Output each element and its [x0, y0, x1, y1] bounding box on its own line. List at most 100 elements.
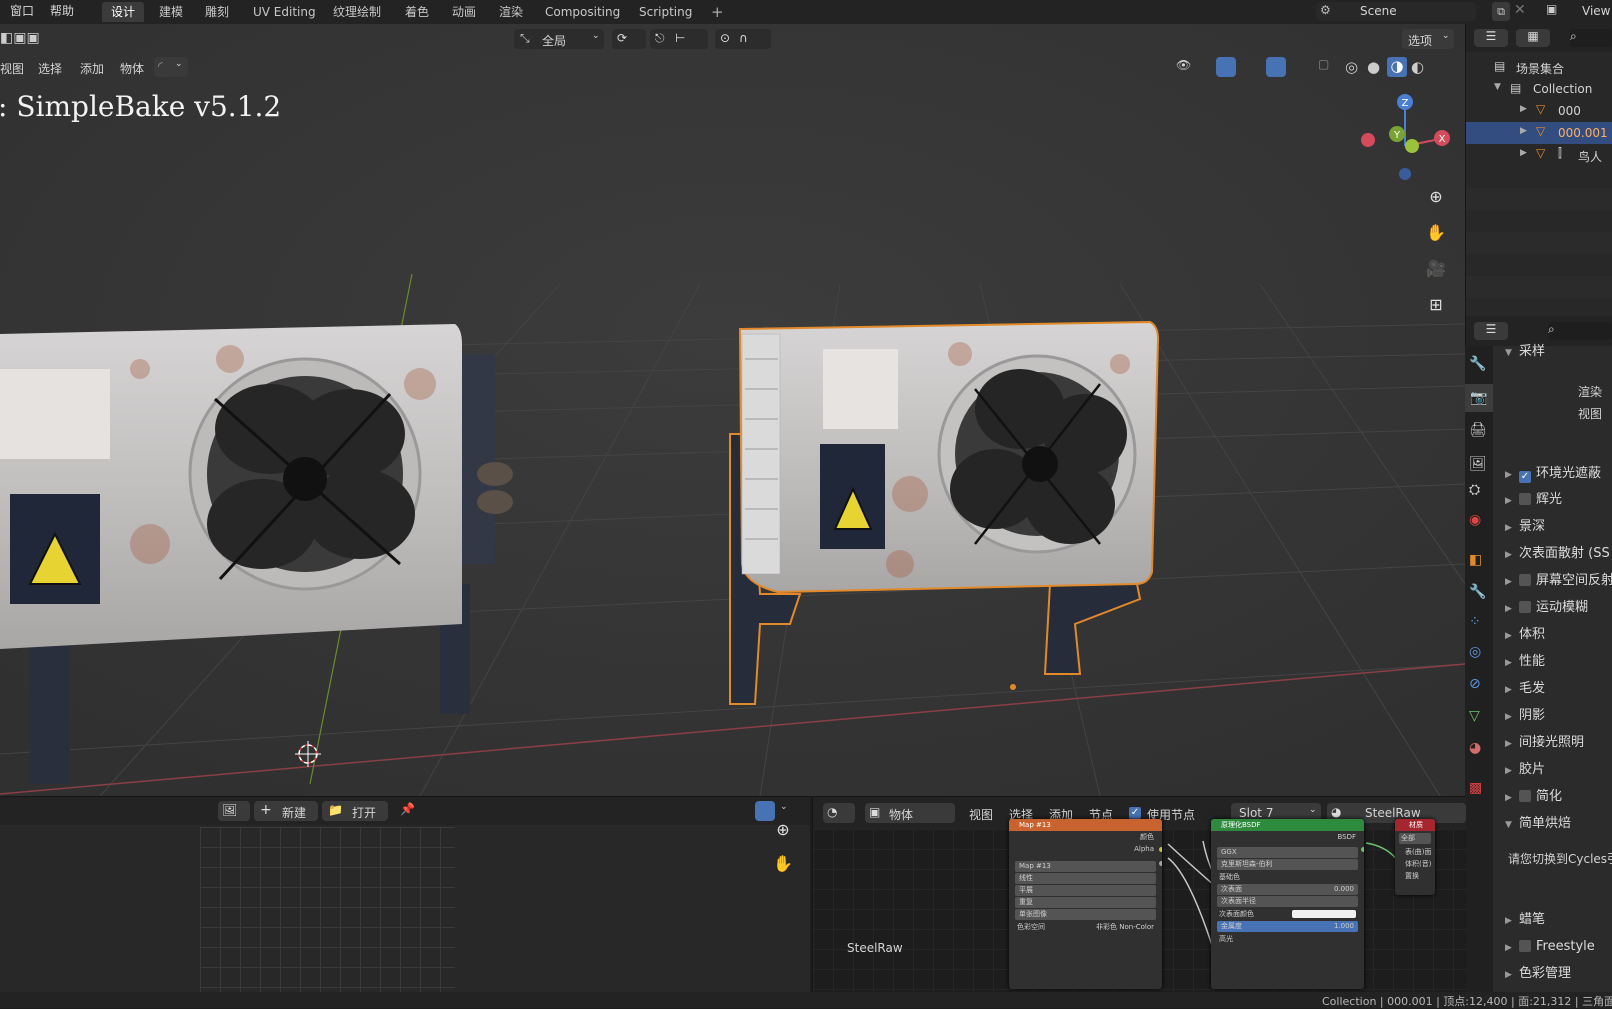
extension-dropdown[interactable]: 重复 — [1015, 897, 1156, 908]
close-icon[interactable]: ✕ — [1514, 2, 1526, 18]
object-tab-icon[interactable]: ◧ — [1469, 552, 1482, 568]
section-grease-pencil[interactable]: ▶ 蜡笔 — [1505, 908, 1545, 932]
socket-bsdf[interactable] — [1361, 847, 1364, 852]
image-editor[interactable]: 🖼 + 新建 📁 打开 📌 ⌄ ⊕ ✋ — [0, 796, 810, 993]
outliner-item[interactable]: ▶ ▽ ⫿ 鸟人 — [1466, 144, 1612, 166]
display-mode-icon[interactable]: ▦ — [1516, 29, 1550, 47]
tab-sculpting[interactable]: 雕刻 — [196, 2, 238, 22]
expand-triangle-icon[interactable]: ▶ — [1520, 148, 1527, 158]
tab-scripting[interactable]: Scripting — [630, 2, 701, 22]
menu-select[interactable]: 选择 — [38, 60, 62, 77]
section-sampling[interactable]: ▼ 采样 — [1505, 340, 1545, 364]
camera-icon[interactable]: 🎥 — [1423, 256, 1449, 282]
menu-help[interactable]: 帮助 — [50, 0, 74, 22]
particles-tab-icon[interactable]: ⁘ — [1469, 614, 1481, 630]
projection-dropdown[interactable]: 平展 — [1015, 885, 1156, 896]
options-dropdown[interactable]: 选项 ⌄ — [1402, 29, 1454, 49]
tab-modeling[interactable]: 建模 — [150, 2, 192, 22]
overlay-toggle-icon[interactable] — [755, 801, 775, 821]
view-layer-tab-icon[interactable]: 🖼 — [1469, 456, 1487, 472]
source-dropdown[interactable]: 单张图像 — [1015, 909, 1156, 920]
editor-type-icon[interactable]: ☰ — [1474, 29, 1508, 47]
menu-window[interactable]: 窗口 — [10, 0, 34, 22]
new-image-button[interactable]: + 新建 — [254, 801, 318, 821]
data-tab-icon[interactable]: ▽ — [1469, 708, 1480, 724]
search-icon[interactable]: ⌕ — [1570, 29, 1612, 47]
checkbox[interactable] — [1519, 574, 1531, 586]
tab-shading[interactable]: 着色 — [396, 2, 438, 22]
section-ambient-occlusion[interactable]: ▶ ✓ 环境光遮蔽 — [1505, 462, 1601, 486]
shader-node-editor[interactable]: ◔ ▣ 物体 视图 选择 添加 节点 ✓ 使用节点 Slot 7 ⌄ ◕ Ste… — [812, 796, 1466, 993]
principled-bsdf-node[interactable]: 原理化BSDF BSDF GGX 克里斯坦森-伯利 基础色 次表面 0.000 次… — [1211, 819, 1364, 989]
outliner-scene-collection[interactable]: ▤ 场景集合 — [1466, 56, 1612, 78]
snap-dropdown[interactable]: ⎋ ⊢ — [650, 29, 708, 49]
tab-uv-editing[interactable]: UV Editing — [244, 2, 325, 22]
section-subsurface-scattering[interactable]: ▶ 次表面散射 (SS — [1505, 542, 1610, 566]
section-motion-blur[interactable]: ▶ 运动模糊 — [1505, 596, 1588, 620]
gizmo-toggle-icon[interactable] — [1216, 57, 1236, 77]
pan-hand-icon[interactable]: ✋ — [770, 851, 796, 877]
outliner-item-selected[interactable]: ▶ ▽ 000.001 — [1466, 122, 1612, 144]
expand-triangle-icon[interactable]: ▶ — [1520, 104, 1527, 114]
checkbox[interactable] — [1519, 493, 1531, 505]
interaction-mode-dropdown[interactable]: ◜ ⌄ — [154, 57, 188, 77]
metallic-field[interactable]: 金属度 1.000 — [1217, 921, 1358, 932]
section-indirect-lighting[interactable]: ▶ 间接光照明 — [1505, 731, 1584, 755]
section-simplify[interactable]: ▶ 简化 — [1505, 785, 1562, 809]
modifier-tab-icon[interactable]: 🔧 — [1469, 584, 1486, 600]
checkbox-checked-icon[interactable]: ✓ — [1519, 471, 1531, 483]
render-tab-icon[interactable]: 📷 — [1465, 384, 1493, 412]
image-editor-type[interactable]: 🖼 — [218, 801, 250, 821]
tab-rendering[interactable]: 渲染 — [490, 2, 532, 22]
3d-viewport[interactable]: Z X Y : SimpleBake v5.1.2 ⊕ ✋ 🎥 ⊞ — [0, 24, 1465, 796]
section-volumetrics[interactable]: ▶ 体积 — [1505, 623, 1545, 647]
wireframe-shading-icon[interactable]: ◎ — [1345, 58, 1358, 76]
target-dropdown[interactable]: 全部 — [1399, 833, 1431, 844]
section-bloom[interactable]: ▶ 辉光 — [1505, 488, 1562, 512]
texture-tab-icon[interactable]: ▩ — [1469, 780, 1482, 796]
tab-animation[interactable]: 动画 — [443, 2, 485, 22]
editor-type-icon[interactable]: ☰ — [1474, 322, 1508, 340]
distribution-dropdown[interactable]: GGX — [1217, 847, 1358, 858]
socket-color[interactable] — [1159, 847, 1162, 852]
xray-icon[interactable]: ▢ — [1318, 57, 1338, 77]
tab-layout[interactable]: 设计 — [102, 2, 145, 22]
menu-object[interactable]: 物体 — [120, 60, 144, 77]
socket-alpha[interactable] — [1159, 861, 1162, 866]
material-output-node[interactable]: 材质 全部 表(曲)面 体积(音) 置换 — [1395, 819, 1435, 895]
scene-selector[interactable]: ⚙ Scene — [1316, 2, 1476, 21]
view-layer-name[interactable]: View — [1582, 4, 1610, 18]
transform-orientation-dropdown[interactable]: ⤡ 全局 ⌄ — [514, 29, 604, 49]
scene-tab-icon[interactable]: ⛭ — [1469, 482, 1480, 498]
ortho-grid-icon[interactable]: ⊞ — [1423, 292, 1449, 318]
expand-triangle-icon[interactable]: ▼ — [1494, 82, 1501, 92]
section-hair[interactable]: ▶ 毛发 — [1505, 677, 1545, 701]
open-image-button[interactable]: 📁 打开 — [322, 801, 388, 821]
menu-view[interactable]: 视图 — [0, 60, 24, 77]
subsurface-color-row[interactable]: 次表面颜色 — [1211, 908, 1364, 920]
section-depth-of-field[interactable]: ▶ 景深 — [1505, 515, 1545, 539]
overlay-toggle-icon[interactable] — [1266, 57, 1286, 77]
constraints-tab-icon[interactable]: ⊘ — [1469, 676, 1481, 692]
checkbox[interactable] — [1519, 601, 1531, 613]
section-performance[interactable]: ▶ 性能 — [1505, 650, 1545, 674]
checkbox[interactable] — [1519, 940, 1531, 952]
section-simplebake[interactable]: ▼ 简单烘焙 — [1505, 812, 1571, 836]
subsurface-field[interactable]: 次表面 0.000 — [1217, 884, 1358, 895]
section-shadows[interactable]: ▶ 阴影 — [1505, 704, 1545, 728]
image-texture-node[interactable]: Map #13 颜色 Alpha Map #13 线性 平展 重复 单张图像 色… — [1009, 819, 1162, 989]
add-workspace-button[interactable]: + — [702, 2, 733, 22]
world-tab-icon[interactable]: ◉ — [1469, 512, 1481, 528]
physics-tab-icon[interactable]: ◎ — [1469, 644, 1481, 660]
section-film[interactable]: ▶ 胶片 — [1505, 758, 1545, 782]
subsurface-color-swatch[interactable] — [1292, 910, 1356, 918]
pin-icon[interactable]: 📌 — [400, 802, 415, 816]
select-mode-icons[interactable]: ◧▣▣ — [0, 30, 60, 50]
chevron-down-icon[interactable]: ⌄ — [780, 802, 788, 812]
zoom-icon[interactable]: ⊕ — [1423, 184, 1449, 210]
outliner-collection[interactable]: ▼ ▤ Collection — [1466, 78, 1612, 100]
menu-add[interactable]: 添加 — [80, 60, 104, 77]
output-tab-icon[interactable]: 🖨 — [1469, 422, 1487, 438]
subsurface-method-dropdown[interactable]: 克里斯坦森-伯利 — [1217, 859, 1358, 870]
tool-tab-icon[interactable]: 🔧 — [1469, 356, 1486, 372]
